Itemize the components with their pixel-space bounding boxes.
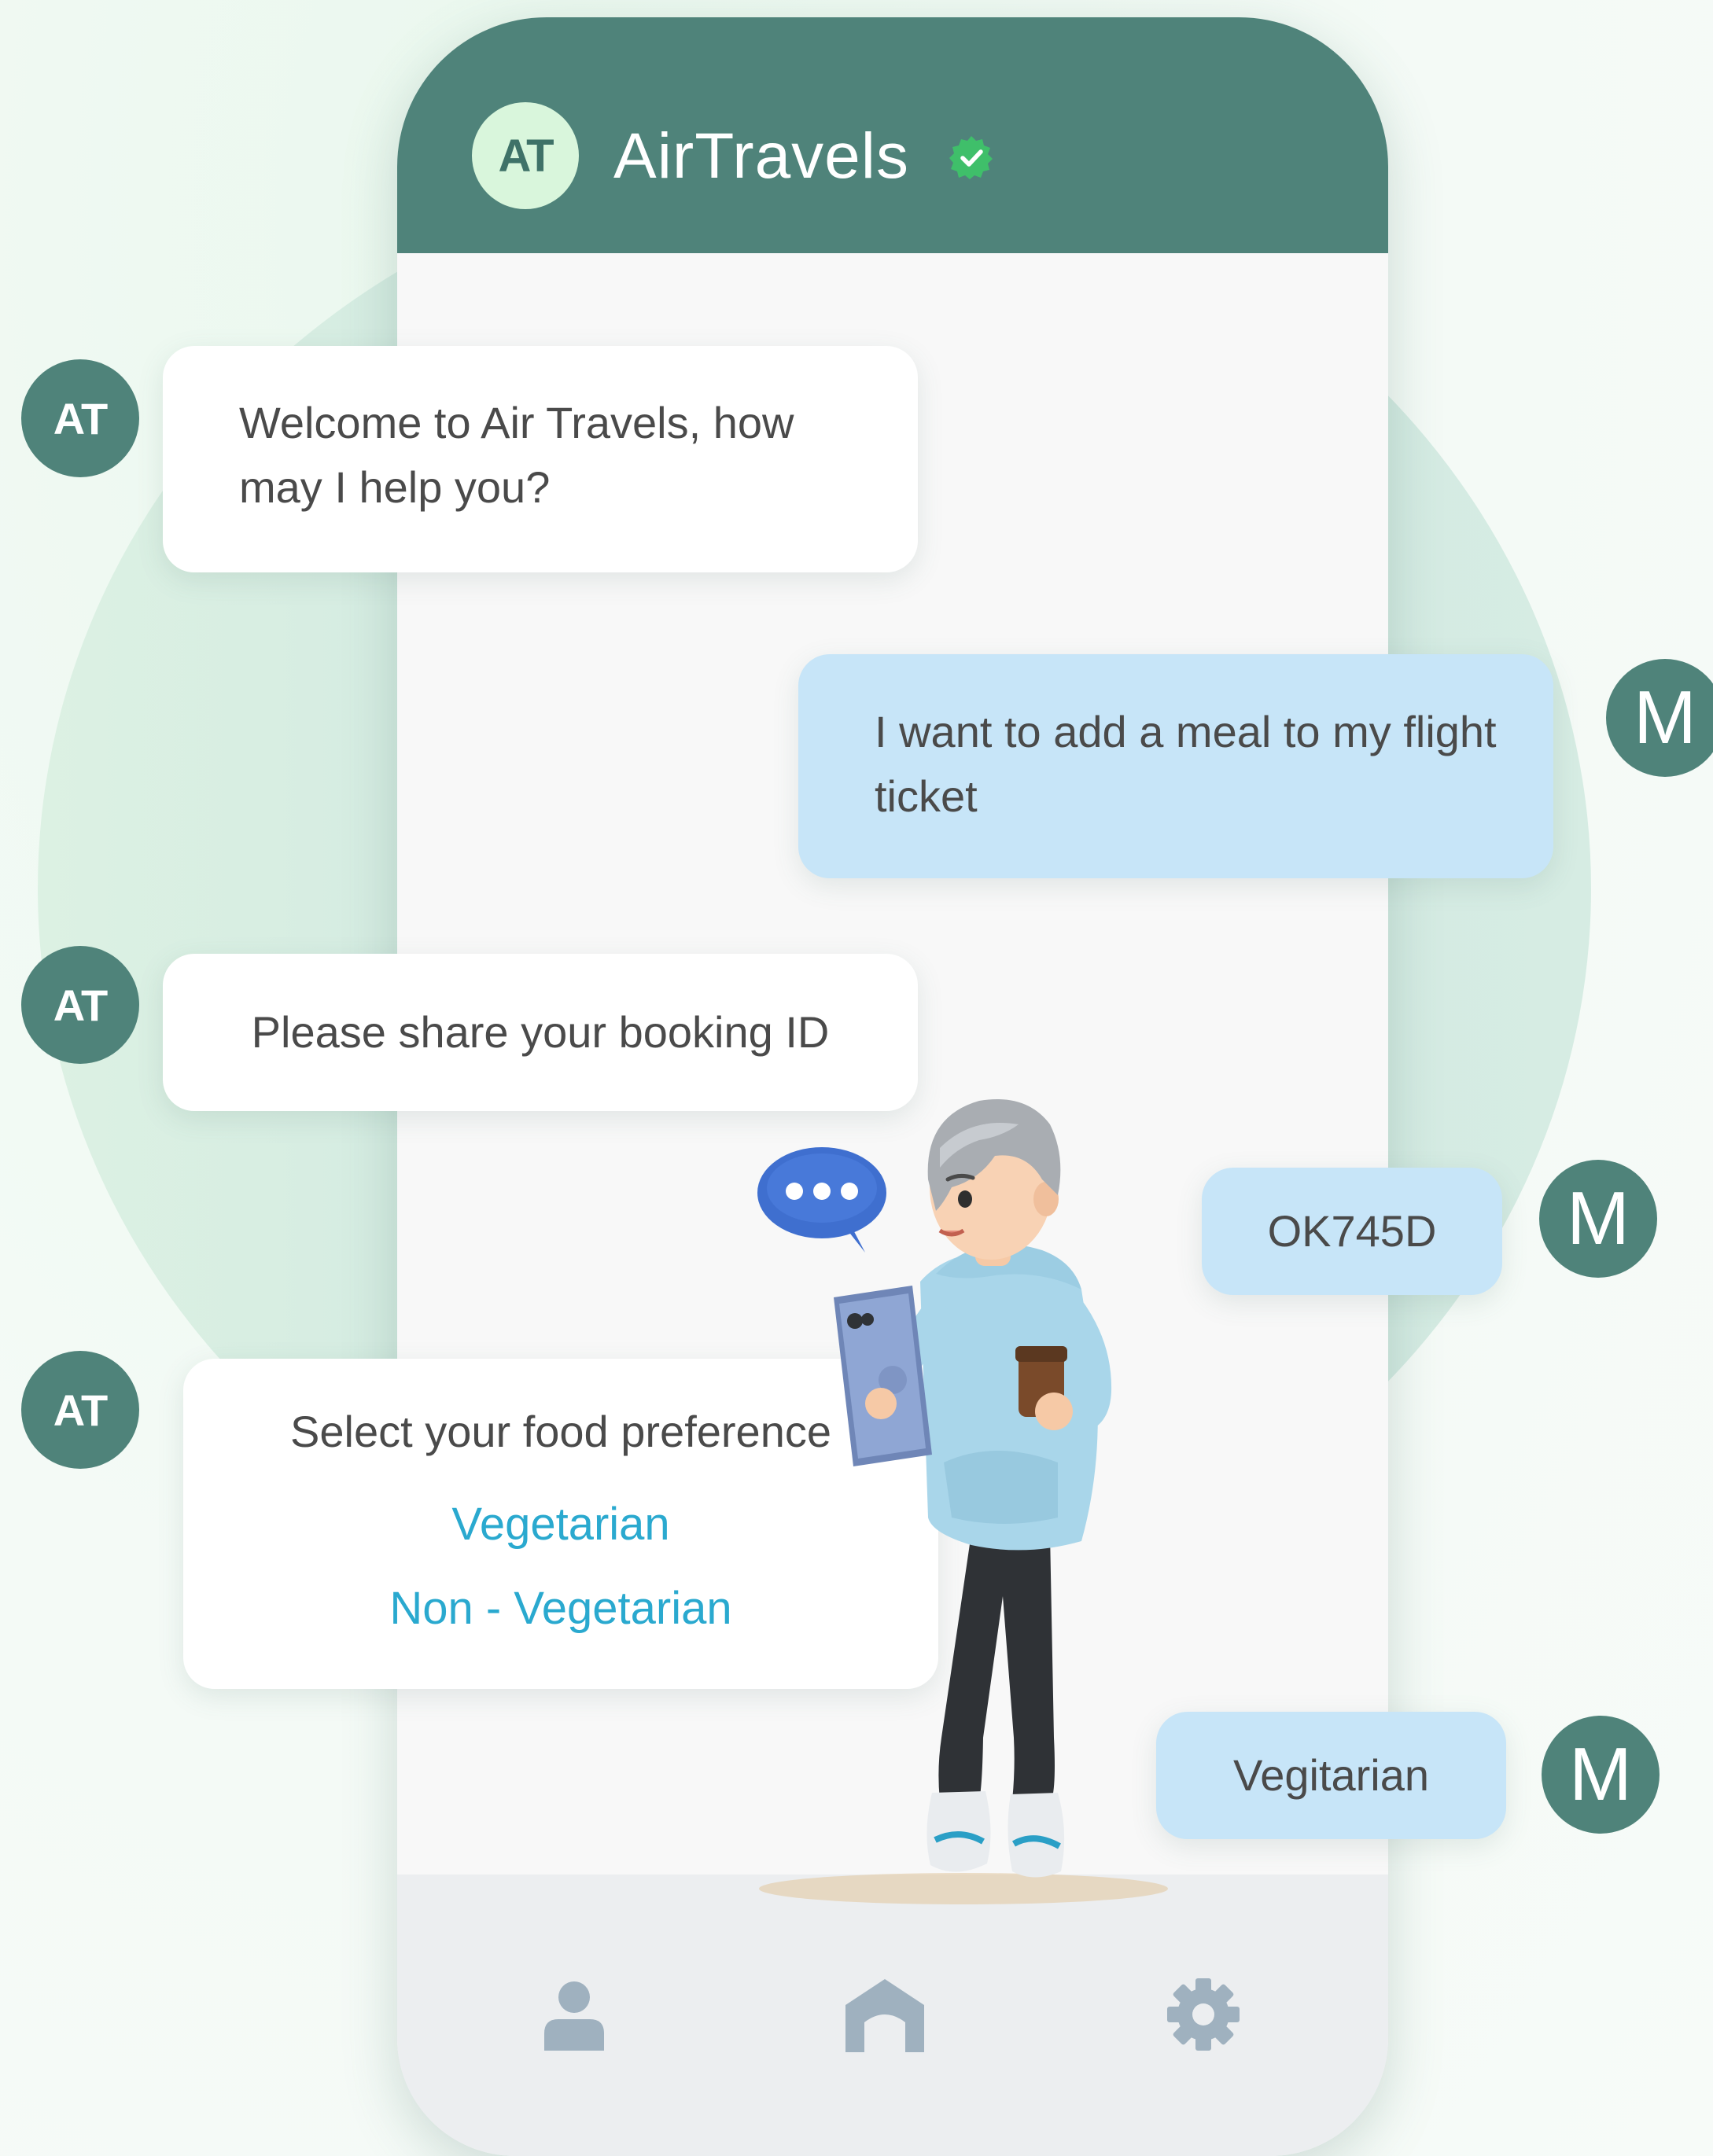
profile-icon[interactable] — [535, 1975, 613, 2054]
user-message: I want to add a meal to my flight ticket — [798, 654, 1553, 878]
verified-badge-icon — [949, 136, 993, 179]
bot-avatar: AT — [21, 1351, 139, 1469]
user-avatar: M — [1542, 1716, 1660, 1834]
user-message: OK745D — [1202, 1168, 1502, 1295]
user-avatar: M — [1539, 1160, 1657, 1278]
message-text: OK745D — [1267, 1206, 1437, 1256]
chat-header: AT AirTravels — [397, 17, 1388, 253]
brand-title: AirTravels — [613, 120, 909, 192]
brand-avatar[interactable]: AT — [472, 102, 579, 209]
settings-icon[interactable] — [1164, 1975, 1243, 2054]
bot-message: Please share your booking ID — [163, 954, 918, 1111]
message-text: I want to add a meal to my flight ticket — [875, 707, 1497, 821]
message-text: Please share your booking ID — [251, 1007, 830, 1057]
bot-avatar: AT — [21, 946, 139, 1064]
home-icon[interactable] — [845, 1975, 924, 2054]
bot-avatar: AT — [21, 359, 139, 477]
message-text: Vegitarian — [1232, 1750, 1430, 1800]
user-message: Vegitarian — [1156, 1712, 1506, 1839]
message-text: Welcome to Air Travels, how may I help y… — [239, 398, 794, 512]
bot-message: Welcome to Air Travels, how may I help y… — [163, 346, 918, 572]
person-illustration — [759, 1099, 1168, 1904]
